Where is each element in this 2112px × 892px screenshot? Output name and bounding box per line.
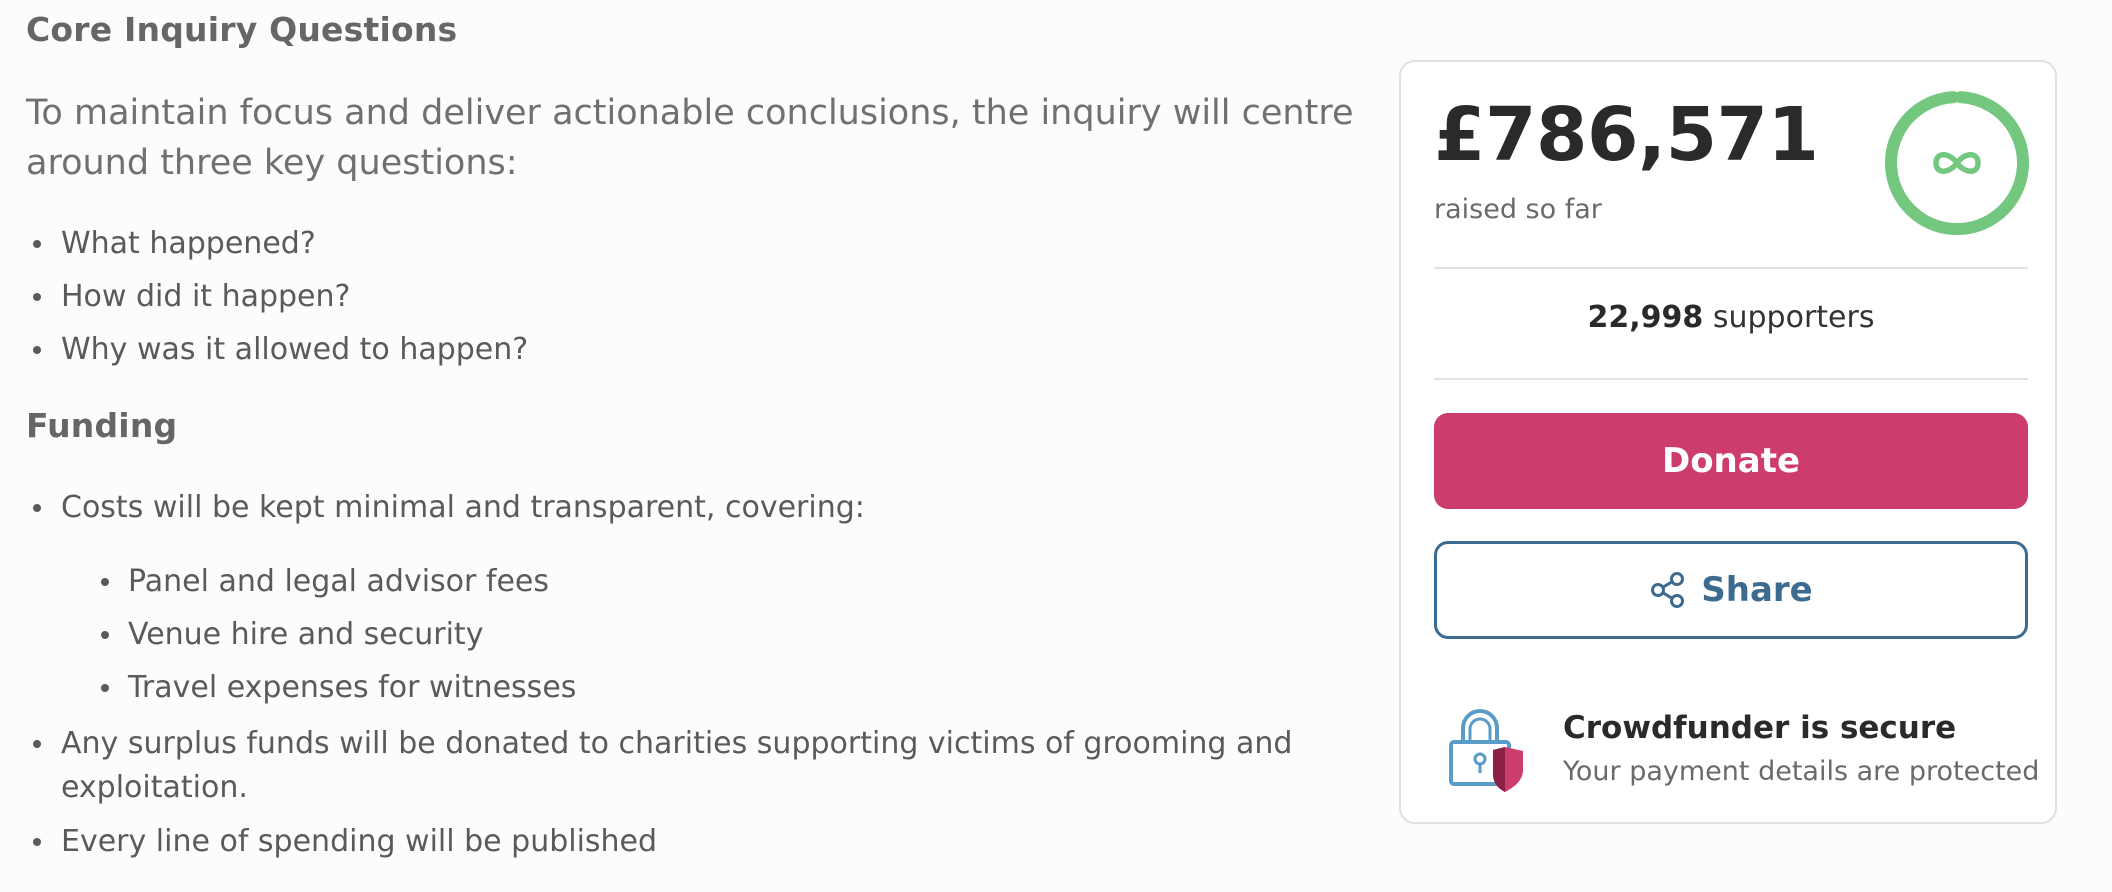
funding-list-continued: Any surplus funds will be donated to cha… xyxy=(26,722,1301,873)
bullet xyxy=(101,578,109,586)
funding-costs-sublist: Panel and legal advisor fees Venue hire … xyxy=(26,560,576,719)
page: Core Inquiry Questions To maintain focus… xyxy=(0,0,2112,892)
list-item: Every line of spending will be published xyxy=(26,820,1301,873)
donate-button[interactable]: Donate xyxy=(1434,413,2028,509)
divider xyxy=(1434,267,2028,269)
list-item: Venue hire and security xyxy=(26,613,576,666)
bullet xyxy=(33,740,41,748)
bullet xyxy=(33,838,41,846)
list-item-text: Travel expenses for witnesses xyxy=(128,670,577,705)
list-item-text: Every line of spending will be published xyxy=(61,824,658,859)
security-notice: Crowdfunder is secure Your payment detai… xyxy=(1449,704,2039,804)
share-button[interactable]: Share xyxy=(1434,541,2028,639)
list-item: Costs will be kept minimal and transpare… xyxy=(26,486,1346,560)
bullet xyxy=(33,293,41,301)
funding-list: Costs will be kept minimal and transpare… xyxy=(26,486,1346,560)
infinity-icon xyxy=(1885,91,2029,235)
list-item: Why was it allowed to happen? xyxy=(26,328,528,381)
intro-paragraph: To maintain focus and deliver actionable… xyxy=(26,93,1354,183)
list-item-text: Venue hire and security xyxy=(128,617,484,652)
questions-list: What happened? How did it happen? Why wa… xyxy=(26,222,528,381)
list-item: Any surplus funds will be donated to cha… xyxy=(26,722,1301,820)
padlock-shield-icon xyxy=(1449,709,1523,792)
list-item-text: How did it happen? xyxy=(61,279,351,314)
supporters-count: 22,998 supporters xyxy=(1434,300,2028,335)
list-item-text: Panel and legal advisor fees xyxy=(128,564,550,599)
secure-title: Crowdfunder is secure xyxy=(1563,710,1957,746)
bullet xyxy=(33,346,41,354)
bullet xyxy=(101,631,109,639)
list-item-text: Any surplus funds will be donated to cha… xyxy=(61,726,1293,805)
bullet xyxy=(33,504,41,512)
raised-label: raised so far xyxy=(1434,194,1602,225)
secure-subtitle: Your payment details are protected xyxy=(1563,756,2040,787)
core-questions-heading: Core Inquiry Questions xyxy=(26,10,458,49)
share-label: Share xyxy=(1701,570,1813,610)
list-item-text: Why was it allowed to happen? xyxy=(61,332,529,367)
progress-ring xyxy=(1884,90,2030,236)
donation-card: £786,571 raised so far 22,998 supporters… xyxy=(1399,60,2057,824)
supporters-label: supporters xyxy=(1712,300,1875,335)
list-item-text: What happened? xyxy=(61,226,316,261)
funding-heading: Funding xyxy=(26,406,178,445)
list-item: Panel and legal advisor fees xyxy=(26,560,576,613)
amount-raised: £786,571 xyxy=(1434,92,1819,178)
list-item-text: Costs will be kept minimal and transpare… xyxy=(61,490,865,525)
bullet xyxy=(101,684,109,692)
bullet xyxy=(33,240,41,248)
supporters-number: 22,998 xyxy=(1587,300,1704,335)
list-item: How did it happen? xyxy=(26,275,528,328)
share-icon xyxy=(1651,572,1685,608)
list-item: What happened? xyxy=(26,222,528,275)
list-item: Travel expenses for witnesses xyxy=(26,666,576,719)
divider xyxy=(1434,378,2028,380)
